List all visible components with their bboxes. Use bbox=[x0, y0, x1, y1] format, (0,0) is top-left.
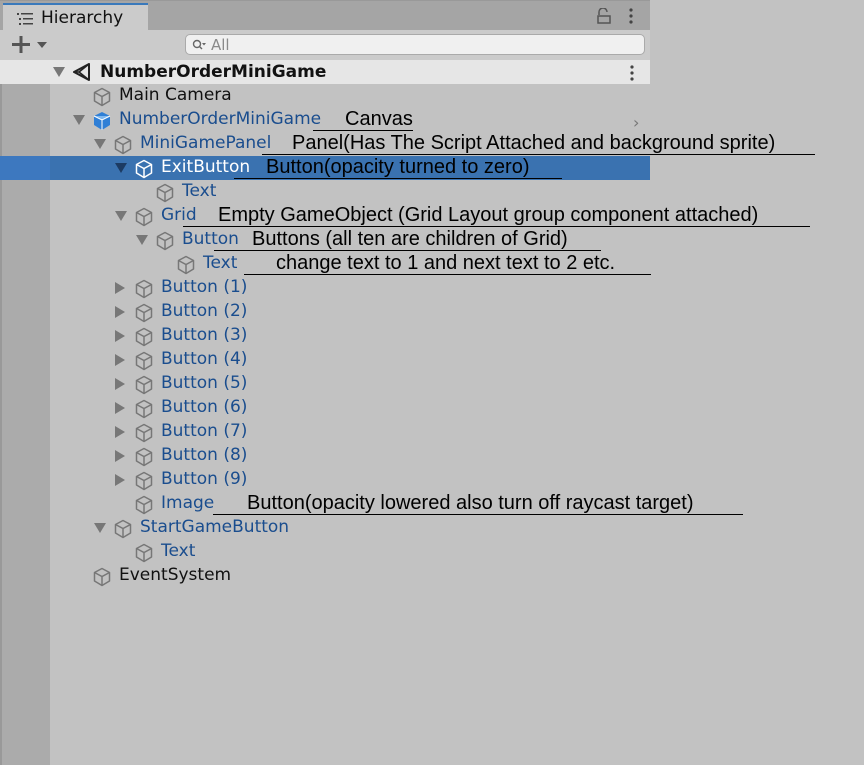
tree-item-label: Main Camera bbox=[119, 85, 232, 105]
lock-icon[interactable] bbox=[597, 8, 611, 24]
collapsed-arrow-icon[interactable] bbox=[115, 402, 125, 414]
collapsed-arrow-icon[interactable] bbox=[115, 282, 125, 294]
tree-item-label: Button (7) bbox=[161, 421, 248, 441]
annotation-note: Button(opacity lowered also turn off ray… bbox=[213, 492, 743, 515]
gameobject-cube-icon bbox=[135, 159, 153, 179]
scene-menu-icon[interactable] bbox=[630, 65, 634, 81]
tree-item-label: Button (8) bbox=[161, 445, 248, 465]
tab-bar: Hierarchy bbox=[0, 0, 650, 31]
gameobject-cube-icon bbox=[114, 519, 132, 539]
unity-logo-icon bbox=[73, 63, 90, 81]
gameobject-cube-icon bbox=[135, 327, 153, 347]
tree-item-label: MiniGamePanel bbox=[140, 133, 272, 153]
toolbar bbox=[0, 30, 650, 60]
tree-row[interactable]: Button (8) bbox=[0, 444, 650, 468]
list-icon bbox=[17, 13, 33, 25]
gameobject-cube-icon bbox=[135, 543, 153, 563]
tab-hierarchy[interactable]: Hierarchy bbox=[3, 3, 148, 31]
expanded-arrow-icon[interactable] bbox=[115, 211, 127, 221]
tree-row[interactable]: Text bbox=[0, 180, 650, 204]
tree-row[interactable]: Button (3) bbox=[0, 324, 650, 348]
search-field[interactable] bbox=[185, 34, 645, 55]
gameobject-cube-icon bbox=[135, 423, 153, 443]
tree-row[interactable]: StartGameButton bbox=[0, 516, 650, 540]
gameobject-cube-icon bbox=[135, 351, 153, 371]
tree-row[interactable]: Button (2) bbox=[0, 300, 650, 324]
gameobject-cube-icon bbox=[135, 447, 153, 467]
open-prefab-chevron-icon[interactable]: › bbox=[633, 113, 639, 132]
gameobject-cube-icon bbox=[114, 135, 132, 155]
annotation-note: change text to 1 and next text to 2 etc. bbox=[244, 252, 651, 275]
expanded-arrow-icon[interactable] bbox=[94, 523, 106, 533]
gameobject-cube-icon bbox=[135, 399, 153, 419]
annotation-note: Button(opacity turned to zero) bbox=[234, 156, 562, 179]
tree-item-label: Button (1) bbox=[161, 277, 248, 297]
collapse-arrow-icon[interactable] bbox=[53, 67, 65, 77]
gameobject-cube-icon bbox=[135, 471, 153, 491]
gameobject-cube-icon bbox=[156, 183, 174, 203]
collapsed-arrow-icon[interactable] bbox=[115, 426, 125, 438]
gameobject-cube-icon bbox=[156, 231, 174, 251]
collapsed-arrow-icon[interactable] bbox=[115, 330, 125, 342]
gameobject-cube-icon bbox=[135, 303, 153, 323]
tree-item-label: Text bbox=[182, 181, 217, 201]
gameobject-cube-icon bbox=[135, 279, 153, 299]
tree-row[interactable]: Button (9) bbox=[0, 468, 650, 492]
tree-item-label: Image bbox=[161, 493, 215, 513]
tree-item-label: Button (4) bbox=[161, 349, 248, 369]
tree-row[interactable]: Button (7) bbox=[0, 420, 650, 444]
scene-name: NumberOrderMiniGame bbox=[100, 62, 327, 82]
selection-gutter bbox=[0, 156, 50, 180]
tree-row[interactable]: Button (6) bbox=[0, 396, 650, 420]
collapsed-arrow-icon[interactable] bbox=[115, 378, 125, 390]
gameobject-cube-icon bbox=[135, 495, 153, 515]
tree-item-label: Button (5) bbox=[161, 373, 248, 393]
tree-item-label: Button (2) bbox=[161, 301, 248, 321]
tab-label: Hierarchy bbox=[41, 8, 124, 28]
annotation-note: Empty GameObject (Grid Layout group comp… bbox=[183, 204, 810, 227]
tree-item-label: Text bbox=[161, 541, 196, 561]
kebab-menu-icon[interactable] bbox=[629, 8, 633, 24]
annotation-note: Canvas bbox=[313, 108, 413, 131]
expanded-arrow-icon[interactable] bbox=[94, 139, 106, 149]
annotation-note: Panel(Has The Script Attached and backgr… bbox=[262, 132, 815, 155]
collapsed-arrow-icon[interactable] bbox=[115, 306, 125, 318]
tree-item-label: EventSystem bbox=[119, 565, 232, 585]
gameobject-cube-icon bbox=[93, 567, 111, 587]
prefab-cube-icon bbox=[93, 112, 111, 130]
expanded-arrow-icon[interactable] bbox=[115, 163, 127, 173]
tree-item-label: Button (3) bbox=[161, 325, 248, 345]
tree-row[interactable]: Button (5) bbox=[0, 372, 650, 396]
tree-row[interactable]: Button (1) bbox=[0, 276, 650, 300]
collapsed-arrow-icon[interactable] bbox=[115, 474, 125, 486]
scene-header[interactable]: NumberOrderMiniGame bbox=[0, 60, 650, 84]
collapsed-arrow-icon[interactable] bbox=[115, 354, 125, 366]
collapsed-arrow-icon[interactable] bbox=[115, 450, 125, 462]
search-icon bbox=[192, 39, 206, 50]
gameobject-cube-icon bbox=[135, 375, 153, 395]
tree-item-label: NumberOrderMiniGame bbox=[119, 109, 322, 129]
annotation-note: Buttons (all ten are children of Grid) bbox=[214, 228, 601, 251]
tree-item-label: Text bbox=[203, 253, 238, 273]
expanded-arrow-icon[interactable] bbox=[73, 115, 85, 125]
tree-item-label: Button (9) bbox=[161, 469, 248, 489]
gameobject-cube-icon bbox=[177, 255, 195, 275]
search-input[interactable] bbox=[211, 35, 631, 54]
tree-row[interactable]: Main Camera bbox=[0, 84, 650, 108]
gameobject-cube-icon bbox=[93, 87, 111, 107]
tree-row[interactable]: Button (4) bbox=[0, 348, 650, 372]
tree-item-label: StartGameButton bbox=[140, 517, 290, 537]
expanded-arrow-icon[interactable] bbox=[136, 235, 148, 245]
tree-row[interactable]: EventSystem bbox=[0, 564, 650, 588]
tree-item-label: Button (6) bbox=[161, 397, 248, 417]
tree-row[interactable]: Text bbox=[0, 540, 650, 564]
gameobject-cube-icon bbox=[135, 207, 153, 227]
add-object-button[interactable] bbox=[10, 35, 50, 55]
